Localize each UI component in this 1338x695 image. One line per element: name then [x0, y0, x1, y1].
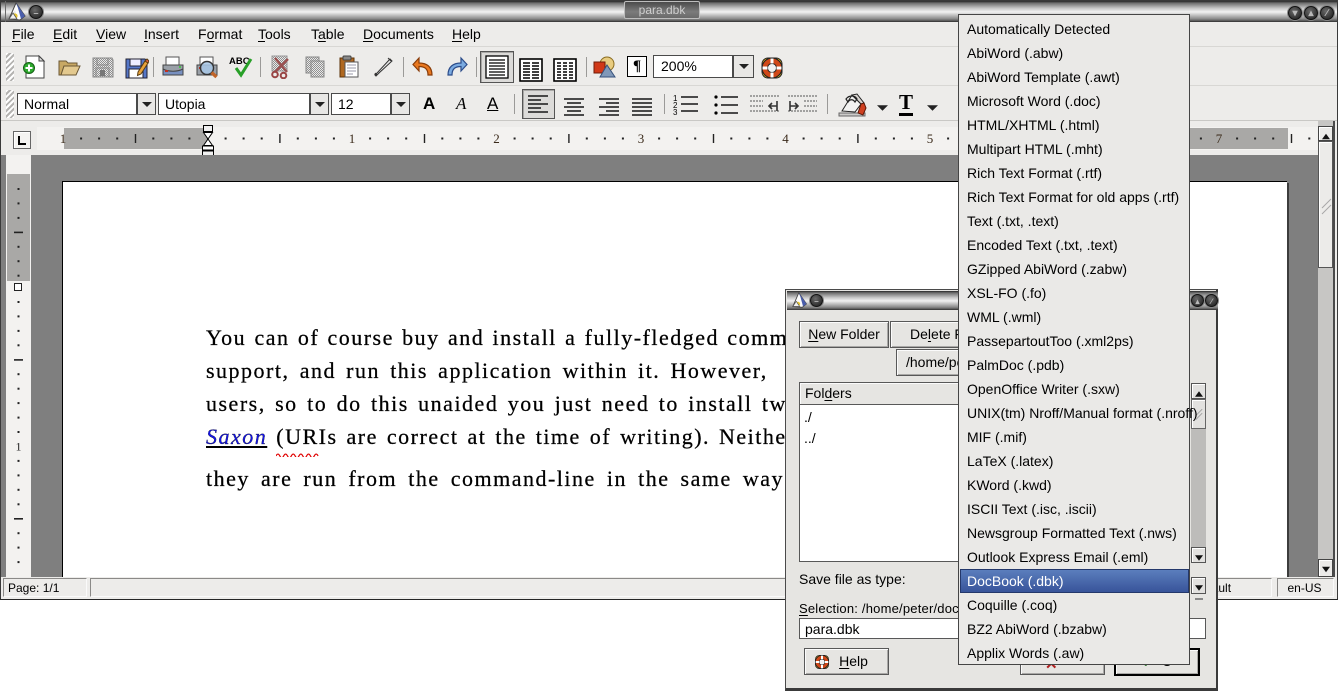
svg-text:2: 2	[493, 131, 500, 146]
svg-text:1: 1	[16, 440, 22, 454]
svg-text:4: 4	[782, 131, 789, 146]
svg-text:1: 1	[60, 131, 67, 146]
svg-text:3: 3	[673, 108, 678, 116]
svg-text:5: 5	[927, 131, 934, 146]
svg-text:7: 7	[1216, 131, 1223, 146]
svg-text:1: 1	[349, 131, 356, 146]
svg-text:3: 3	[638, 131, 645, 146]
